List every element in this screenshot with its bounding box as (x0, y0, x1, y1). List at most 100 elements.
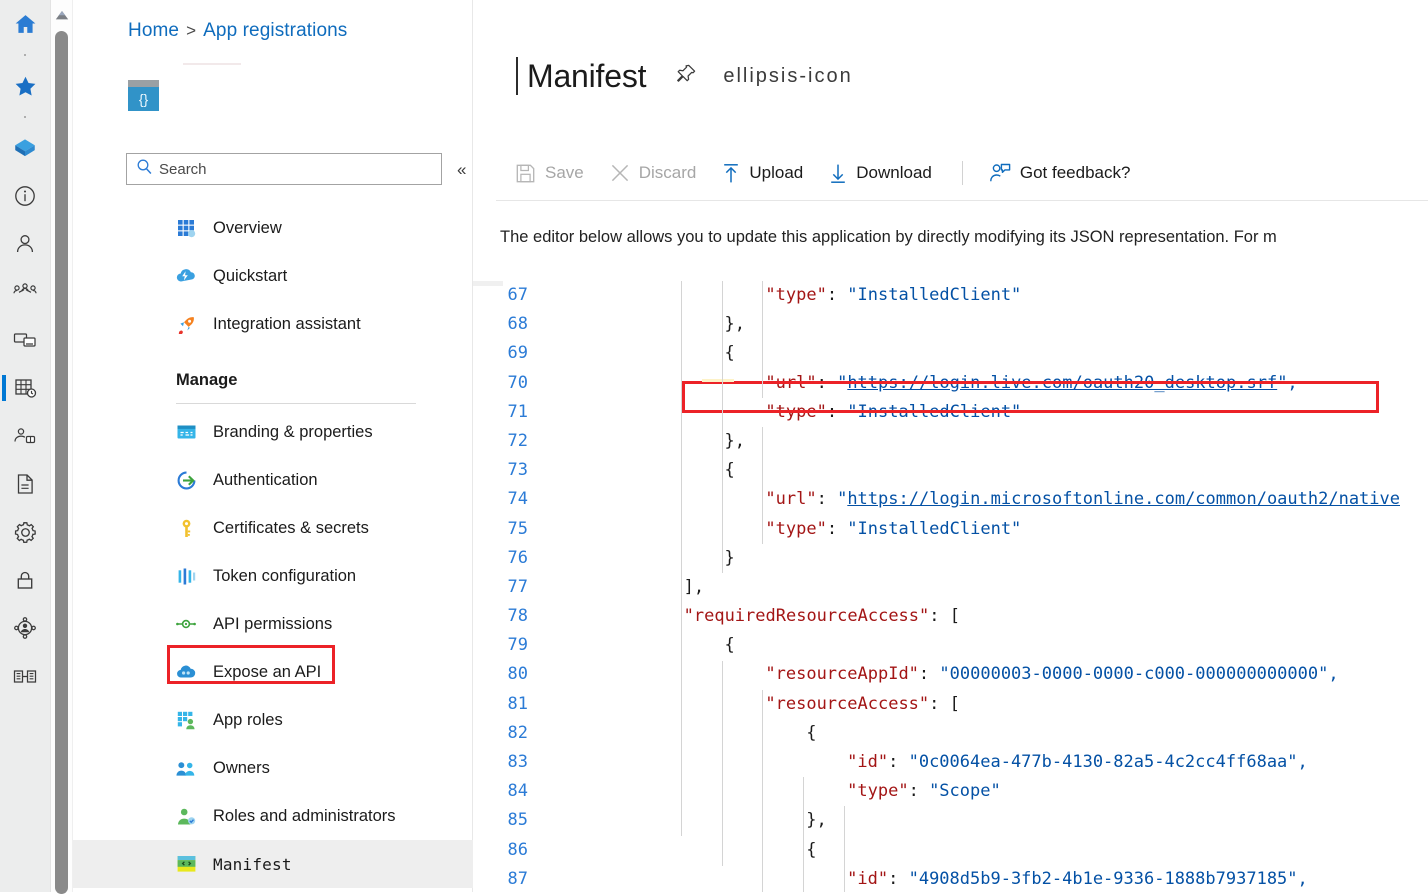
code-token: }, (724, 430, 745, 451)
lock-icon[interactable] (0, 556, 51, 604)
editor-line[interactable]: 73 { (473, 456, 1428, 485)
line-number: 85 (507, 810, 528, 831)
got-feedback-label: Got feedback? (1019, 163, 1131, 182)
line-content: "type": "InstalledClient" (765, 515, 1021, 544)
line-number: 71 (507, 401, 528, 422)
editor-line[interactable]: 74 "url": "https://login.microsoftonline.… (473, 485, 1428, 514)
editor-line[interactable]: 85}, (473, 806, 1428, 835)
devices-icon[interactable] (0, 316, 51, 364)
save-button[interactable]: Save (515, 163, 584, 184)
editor-marker (702, 379, 734, 382)
sidebar-item-token-configuration[interactable]: Token configuration (73, 552, 473, 600)
discard-button[interactable]: Discard (610, 163, 696, 183)
groups-icon[interactable] (0, 268, 51, 316)
sidebar-item-certificates-secrets[interactable]: Certificates & secrets (73, 504, 473, 552)
line-content: "type": "InstalledClient" (765, 398, 1021, 427)
user-icon[interactable] (0, 220, 51, 268)
identity-governance-icon[interactable] (0, 604, 51, 652)
sidebar-item-roles-and-administrators[interactable]: Roles and administrators (73, 792, 473, 840)
sidebar-item-label: Branding & properties (213, 422, 373, 441)
cloud-quickstart-icon (176, 266, 196, 286)
tenant-icon[interactable] (0, 652, 51, 700)
code-token: : (816, 489, 838, 510)
collapse-menu-button[interactable]: « (457, 161, 466, 178)
search-input[interactable]: Search (126, 153, 442, 185)
page-title-row: Manifest ellipsis-icon (516, 57, 853, 95)
breadcrumb-separator: > (186, 21, 197, 40)
sidebar-item-label: Quickstart (213, 266, 288, 285)
editor-line[interactable]: 68}, (473, 310, 1428, 339)
nav-group-divider (176, 403, 416, 404)
search-placeholder: Search (159, 160, 207, 178)
key-icon (176, 518, 196, 538)
sidebar-item-integration-assistant[interactable]: Integration assistant (73, 300, 473, 348)
home-icon[interactable] (0, 0, 51, 48)
sidebar-item-overview[interactable]: Overview (73, 204, 473, 252)
code-token[interactable]: https://login.microsoftonline.com/common… (847, 489, 1400, 509)
line-number: 86 (507, 839, 528, 860)
pin-icon[interactable] (676, 63, 697, 89)
sidebar-item-label: Manifest (213, 854, 292, 874)
download-button[interactable]: Download (829, 163, 932, 184)
info-circle-icon[interactable] (0, 172, 51, 220)
editor-line[interactable]: 79 { (473, 631, 1428, 660)
line-number: 82 (507, 722, 528, 743)
editor-line[interactable]: 82 { (473, 719, 1428, 748)
code-token: { (724, 460, 735, 481)
editor-line[interactable]: 70 "url": "https://login.live.com/oauth20… (473, 369, 1428, 398)
scroll-up-arrow-icon[interactable] (54, 8, 70, 26)
enterprise-app-icon[interactable] (0, 412, 51, 460)
sidebar-item-app-roles[interactable]: App roles (73, 696, 473, 744)
upload-button[interactable]: Upload (722, 163, 803, 184)
line-content: }, (725, 427, 745, 456)
manifest-json-editor[interactable]: 67 "type": "InstalledClient" 68}, 69{70 "url… (473, 281, 1428, 892)
sidebar-item-quickstart[interactable]: Quickstart (73, 252, 473, 300)
code-token: " (837, 489, 848, 510)
editor-line[interactable]: 71 "type": "InstalledClient" (473, 398, 1428, 427)
line-content: "requiredResourceAccess": [ (684, 602, 960, 631)
breadcrumb-home[interactable]: Home (128, 20, 179, 41)
sidebar-item-label: Expose an API (213, 662, 322, 681)
code-token: { (806, 839, 817, 860)
gear-icon[interactable] (0, 508, 51, 556)
editor-line[interactable]: 81 "resourceAccess": [ (473, 690, 1428, 719)
editor-line[interactable]: 67 "type": "InstalledClient" (473, 281, 1428, 310)
feedback-person-icon (989, 163, 1011, 183)
sidebar-item-authentication[interactable]: Authentication (73, 456, 473, 504)
editor-line[interactable]: 83 "id": "0c0064ea-477b-4130-82a5-4c2cc4f… (473, 748, 1428, 777)
editor-line[interactable]: 76} (473, 544, 1428, 573)
editor-line[interactable]: 77], (473, 573, 1428, 602)
editor-line[interactable]: 78 "requiredResourceAccess": [ (473, 602, 1428, 631)
code-token: ], (683, 576, 705, 597)
sidebar-item-expose-an-api[interactable]: Expose an API (73, 648, 473, 696)
sidebar-item-branding-properties[interactable]: Branding & properties (73, 408, 473, 456)
document-icon[interactable] (0, 460, 51, 508)
indent-guide (762, 690, 764, 892)
editor-code-rows[interactable]: 67 "type": "InstalledClient" 68}, 69{70 "url… (473, 281, 1428, 892)
line-number: 87 (507, 868, 528, 889)
app-registrations-icon[interactable] (0, 364, 51, 412)
sidebar-item-api-permissions[interactable]: API permissions (73, 600, 473, 648)
editor-line[interactable]: 87 "id": "4908d5b9-3fb2-4b1e-9336-1888b79… (473, 865, 1428, 892)
sidebar-item-owners[interactable]: Owners (73, 744, 473, 792)
editor-line[interactable]: 86 { (473, 836, 1428, 865)
sidebar-item-manifest[interactable]: Manifest (73, 840, 473, 888)
editor-line[interactable]: 69 { (473, 339, 1428, 368)
editor-line[interactable]: 75 "type": "InstalledClient" (473, 515, 1428, 544)
line-number: 77 (507, 576, 528, 597)
breadcrumb-app-registrations[interactable]: App registrations (203, 20, 347, 41)
editor-line[interactable]: 84 "type": "Scope" (473, 777, 1428, 806)
editor-line[interactable]: 72}, (473, 427, 1428, 456)
nav-scrollbar[interactable] (51, 0, 73, 894)
scrollbar-thumb[interactable] (55, 31, 68, 894)
line-content: "resourceAppId": "00000003-0000-0000-c00… (765, 660, 1338, 689)
got-feedback-button[interactable]: Got feedback? (989, 163, 1131, 183)
line-number: 79 (507, 635, 528, 656)
favorites-star-icon[interactable] (0, 62, 51, 110)
resource-menu-panel: Home > App registrations {} Search « Ove… (73, 0, 473, 892)
global-icon-rail (0, 0, 51, 892)
azure-resource-icon[interactable] (0, 124, 51, 172)
code-token[interactable]: https://login.live.com/oauth20_desktop.s… (847, 373, 1277, 393)
editor-line[interactable]: 80 "resourceAppId": "00000003-0000-0000-c… (473, 660, 1428, 689)
ellipsis-icon[interactable]: ellipsis-icon (723, 66, 852, 86)
